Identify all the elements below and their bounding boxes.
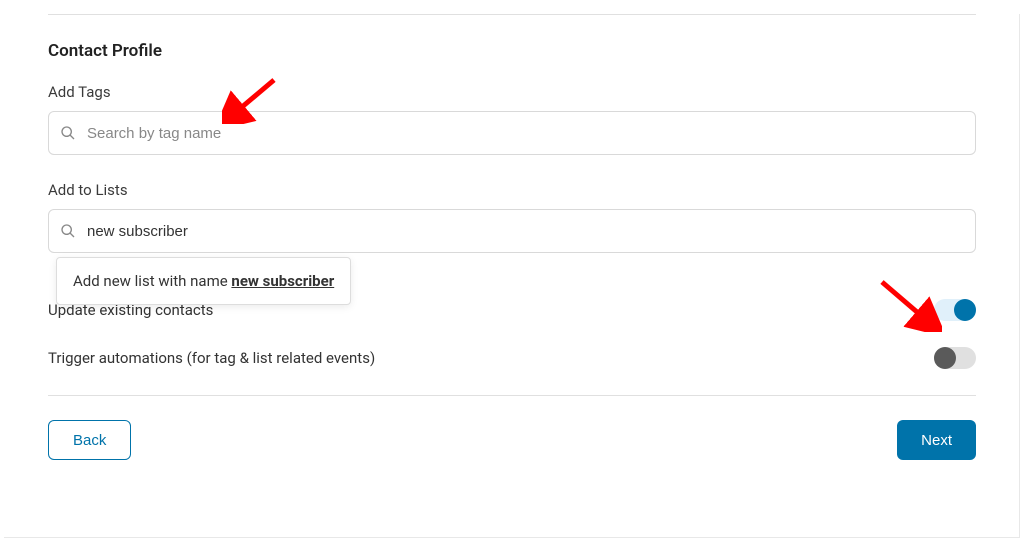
add-tags-field — [48, 111, 976, 155]
bottom-divider — [48, 395, 976, 396]
button-row: Back Next — [48, 420, 976, 460]
top-divider — [48, 14, 976, 15]
back-button[interactable]: Back — [48, 420, 131, 460]
add-to-lists-field: Add new list with name new subscriber — [48, 209, 976, 253]
add-to-lists-label: Add to Lists — [48, 181, 976, 199]
trigger-automations-toggle[interactable] — [934, 347, 976, 369]
trigger-automations-label: Trigger automations (for tag & list rela… — [48, 349, 375, 367]
suggestion-prefix: Add new list with name — [73, 272, 231, 290]
add-to-lists-input[interactable] — [48, 209, 976, 253]
search-icon — [60, 125, 76, 141]
section-title: Contact Profile — [48, 41, 976, 61]
trigger-automations-row: Trigger automations (for tag & list rela… — [48, 347, 976, 369]
add-tags-input[interactable] — [48, 111, 976, 155]
toggle-knob — [954, 299, 976, 321]
search-icon — [60, 223, 76, 239]
update-existing-toggle[interactable] — [934, 299, 976, 321]
add-tags-label: Add Tags — [48, 83, 976, 101]
next-button[interactable]: Next — [897, 420, 976, 460]
suggestion-value: new subscriber — [231, 272, 334, 290]
add-list-suggestion[interactable]: Add new list with name new subscriber — [56, 257, 351, 305]
toggle-knob — [934, 347, 956, 369]
